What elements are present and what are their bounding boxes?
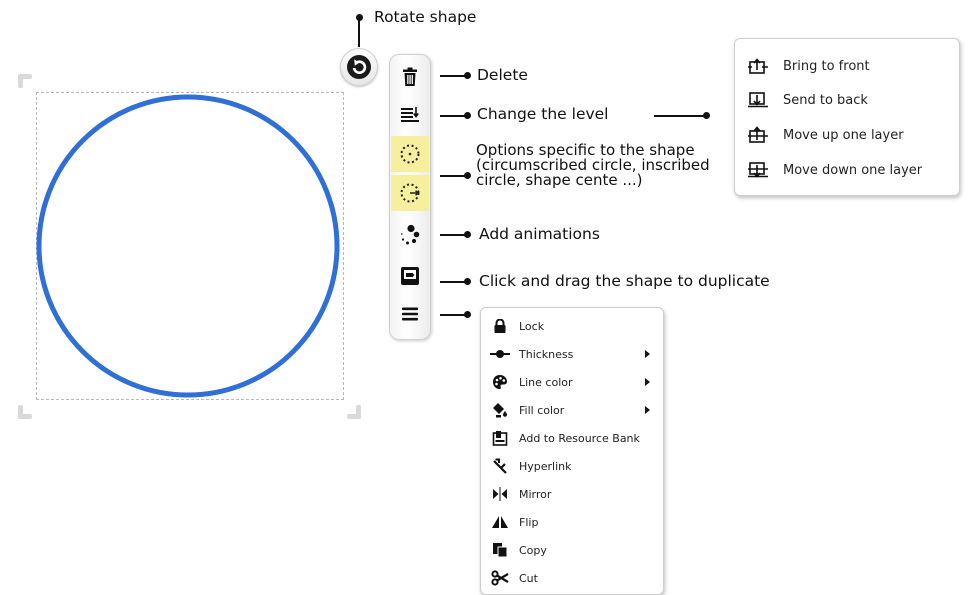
callout-line [358,17,360,47]
dotted-circle-icon [400,144,420,164]
callout-line [440,314,467,316]
level-callout-label: Change the level [477,105,609,123]
menu-item-send-to-back[interactable]: Send to back [747,88,868,112]
shape-center-button[interactable] [391,175,429,211]
thickness-icon [490,345,510,363]
scissors-icon [490,569,510,587]
callout-line [654,115,706,117]
callout-dot [703,112,710,119]
mirror-icon [490,485,510,503]
duplicate-icon [401,267,419,285]
callout-dot [464,231,471,238]
menu-item-mirror[interactable]: Mirror [490,483,658,505]
callout-dot [464,72,471,79]
menu-item-thickness[interactable]: Thickness [490,343,658,365]
menu-item-label: Hyperlink [519,459,572,473]
bring-to-front-icon [747,56,773,76]
menu-item-move-up-one-layer[interactable]: Move up one layer [747,123,904,147]
callout-dot [464,278,471,285]
rotate-callout-label: Rotate shape [374,8,477,26]
resize-handle-bottom-right[interactable] [347,405,361,419]
trash-icon [403,67,417,86]
menu-item-label: Send to back [783,92,868,108]
menu-item-add-to-resource-bank[interactable]: Add to Resource Bank [490,427,658,449]
menu-item-cut[interactable]: Cut [490,567,658,589]
callout-line [440,234,467,236]
callout-line [440,175,467,177]
menu-item-hyperlink[interactable]: Hyperlink [490,455,658,477]
menu-item-lock[interactable]: Lock [490,315,658,337]
menu-item-label: Lock [519,319,545,333]
menu-item-bring-to-front[interactable]: Bring to front [747,54,870,78]
menu-item-fill-color[interactable]: Fill color [490,399,658,421]
submenu-arrow-icon [645,378,650,386]
resize-handle-bottom-left[interactable] [18,405,32,419]
level-menu: Bring to front Send to back Move up one … [734,38,960,196]
menu-button[interactable] [391,296,429,332]
shape-context-menu: Lock Thickness Line color Fill color Add… [480,307,664,595]
menu-item-label: Fill color [519,403,565,417]
palette-icon [490,373,510,391]
flip-icon [490,513,510,531]
send-to-back-icon [747,90,773,110]
copy-icon [490,541,510,559]
menu-item-label: Add to Resource Bank [519,431,640,445]
duplicate-button[interactable] [391,258,429,294]
options-callout-label: Options specific to the shape (circumscr… [476,141,710,189]
resource-bank-icon [490,429,510,447]
circle-shape[interactable] [36,92,344,400]
add-animations-button[interactable] [391,217,429,253]
callout-line [440,115,467,117]
resize-handle-top-left[interactable] [18,74,32,88]
callout-dot [464,112,471,119]
menu-item-label: Flip [519,515,539,529]
delete-button[interactable] [391,59,429,95]
rotate-button[interactable] [340,48,378,86]
circumscribed-circle-button[interactable] [391,136,429,172]
menu-item-label: Cut [519,571,538,585]
menu-item-copy[interactable]: Copy [490,539,658,561]
menu-item-label: Move down one layer [783,162,923,178]
menu-item-label: Bring to front [783,58,870,74]
move-up-layer-icon [747,125,773,145]
menu-item-label: Copy [519,543,547,557]
menu-item-move-down-one-layer[interactable]: Move down one layer [747,158,922,182]
menu-item-label: Line color [519,375,573,389]
menu-item-label: Thickness [519,347,574,361]
callout-dot [464,172,471,179]
menu-item-flip[interactable]: Flip [490,511,658,533]
callout-line [440,281,467,283]
duplicate-callout-label: Click and drag the shape to duplicate [479,272,770,290]
dotted-circle-arrow-icon [400,183,420,203]
hyperlink-icon [490,457,510,475]
menu-item-label: Mirror [519,487,552,501]
hamburger-icon [402,307,418,321]
lock-icon [490,317,510,335]
menu-item-line-color[interactable]: Line color [490,371,658,393]
callout-dot [464,311,471,318]
submenu-arrow-icon [645,406,650,414]
rotate-icon [347,55,371,79]
move-down-layer-icon [747,160,773,180]
animations-callout-label: Add animations [479,225,600,243]
submenu-arrow-icon [645,350,650,358]
delete-callout-label: Delete [477,66,528,84]
callout-line [440,75,467,77]
menu-item-label: Move up one layer [783,127,904,143]
layers-icon [401,107,419,122]
shape-toolbar [389,54,431,340]
paint-bucket-icon [490,401,510,419]
animation-dots-icon [401,224,420,245]
change-level-button[interactable] [391,97,429,133]
